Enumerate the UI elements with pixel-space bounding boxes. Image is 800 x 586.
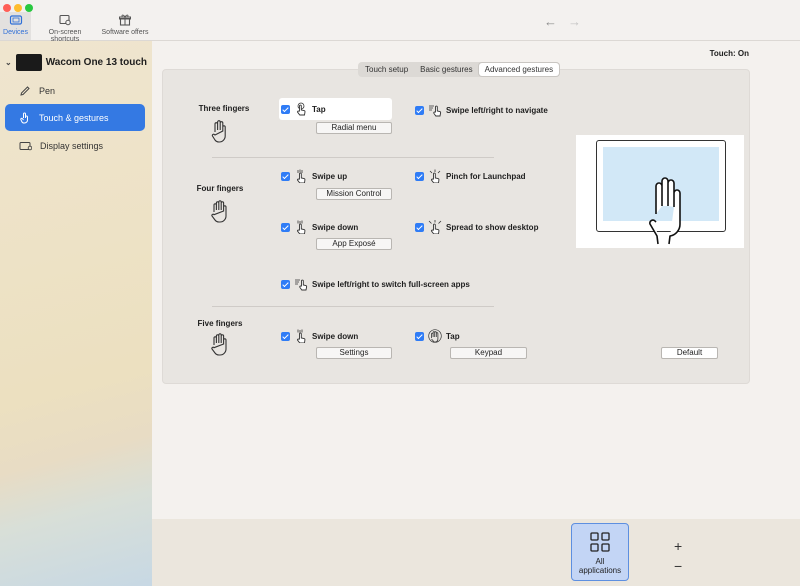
five-down-checkbox[interactable] bbox=[281, 331, 290, 341]
mission-control-dropdown[interactable]: Mission Control bbox=[316, 188, 392, 200]
five-finger-tap-option[interactable]: Tap bbox=[415, 329, 460, 343]
four-finger-pinch-option[interactable]: Pinch for Launchpad bbox=[415, 169, 526, 183]
four-spread-label: Spread to show desktop bbox=[446, 222, 539, 232]
application-bar bbox=[152, 519, 800, 586]
four-finger-switch-apps-option[interactable]: Swipe left/right to switch full-screen a… bbox=[281, 277, 470, 291]
minimize-window-button[interactable] bbox=[14, 4, 22, 12]
sidebar-item-display-settings[interactable]: Display settings bbox=[5, 132, 145, 159]
sidebar-item-label: Display settings bbox=[40, 140, 104, 151]
four-pinch-label: Pinch for Launchpad bbox=[446, 171, 526, 181]
five-finger-tap-icon bbox=[428, 329, 442, 343]
all-applications-label-line2: applications bbox=[578, 566, 622, 575]
keypad-dropdown[interactable]: Keypad bbox=[450, 347, 527, 359]
section-divider bbox=[212, 306, 494, 307]
five-tap-label: Tap bbox=[446, 331, 460, 341]
four-lr-label: Swipe left/right to switch full-screen a… bbox=[312, 279, 470, 289]
tab-basic-gestures[interactable]: Basic gestures bbox=[414, 63, 478, 76]
tab-advanced-gestures[interactable]: Advanced gestures bbox=[478, 63, 560, 76]
remove-application-button[interactable]: − bbox=[674, 558, 682, 574]
four-down-checkbox[interactable] bbox=[281, 222, 290, 232]
display-icon bbox=[19, 141, 32, 150]
three-finger-tap-option[interactable]: Tap bbox=[281, 102, 326, 116]
add-application-button[interactable]: + bbox=[674, 538, 682, 554]
spread-icon bbox=[428, 220, 442, 234]
forward-arrow-icon[interactable]: → bbox=[568, 14, 581, 29]
section-divider bbox=[212, 157, 494, 158]
four-spread-checkbox[interactable] bbox=[415, 222, 424, 232]
three-finger-swipe-option[interactable]: Swipe left/right to navigate bbox=[415, 103, 548, 117]
hand-illustration-icon bbox=[649, 177, 681, 245]
toolbar-offers[interactable]: Software offers bbox=[101, 12, 149, 40]
four-down-label: Swipe down bbox=[312, 222, 359, 232]
three-finger-hand-icon bbox=[211, 120, 226, 143]
three-swipe-checkbox[interactable] bbox=[415, 105, 424, 115]
swipe-horizontal-icon bbox=[295, 279, 308, 291]
five-finger-hand-icon bbox=[211, 333, 227, 356]
sidebar-item-label: Touch & gestures bbox=[39, 112, 109, 123]
four-finger-hand-icon bbox=[211, 200, 227, 223]
four-up-label: Swipe up bbox=[312, 171, 348, 181]
tap-icon bbox=[297, 102, 306, 116]
tab-touch-setup[interactable]: Touch setup bbox=[359, 63, 414, 76]
sidebar: ⌄ Wacom One 13 touch Pen Touch & gesture… bbox=[0, 41, 152, 586]
tab-bar: Touch setup Basic gestures Advanced gest… bbox=[358, 62, 561, 77]
pen-icon bbox=[20, 85, 30, 96]
device-name: Wacom One 13 touch bbox=[45, 57, 148, 68]
zoom-window-button[interactable] bbox=[25, 4, 33, 12]
touch-status: Touch: On bbox=[709, 49, 749, 58]
sidebar-item-pen[interactable]: Pen bbox=[5, 77, 145, 104]
all-applications-button[interactable]: All applications bbox=[571, 523, 629, 581]
grid-icon bbox=[590, 532, 610, 552]
pinch-icon bbox=[429, 169, 441, 183]
toolbar-offers-label: Software offers bbox=[101, 29, 149, 36]
settings-dropdown[interactable]: Settings bbox=[316, 347, 392, 359]
chevron-down-icon[interactable]: ⌄ bbox=[5, 58, 12, 67]
device-header[interactable]: ⌄ Wacom One 13 touch bbox=[5, 54, 147, 71]
gift-icon bbox=[119, 14, 131, 26]
four-pinch-checkbox[interactable] bbox=[415, 171, 424, 181]
toolbar-shortcuts[interactable]: On-screen shortcuts bbox=[34, 12, 96, 43]
five-finger-swipe-down-option[interactable]: Swipe down bbox=[281, 329, 358, 343]
three-tap-checkbox[interactable] bbox=[281, 104, 290, 114]
five-fingers-label: Five fingers bbox=[197, 319, 243, 328]
window-toolbar: Devices On-screen shortcuts Software off… bbox=[0, 0, 800, 43]
three-fingers-label: Three fingers bbox=[198, 104, 250, 113]
four-fingers-label: Four fingers bbox=[196, 184, 244, 193]
four-finger-swipe-down-option[interactable]: Swipe down bbox=[281, 220, 358, 234]
gesture-preview bbox=[576, 135, 744, 248]
four-lr-checkbox[interactable] bbox=[281, 279, 290, 289]
sidebar-item-touch-gestures[interactable]: Touch & gestures bbox=[5, 104, 145, 131]
three-swipe-label: Swipe left/right to navigate bbox=[446, 105, 548, 115]
four-finger-spread-option[interactable]: Spread to show desktop bbox=[415, 220, 538, 234]
four-up-checkbox[interactable] bbox=[281, 171, 290, 181]
swipe-horizontal-icon bbox=[429, 105, 442, 117]
five-tap-checkbox[interactable] bbox=[415, 331, 424, 341]
back-arrow-icon[interactable]: ← bbox=[544, 14, 557, 29]
five-down-label: Swipe down bbox=[312, 331, 359, 341]
radial-menu-dropdown[interactable]: Radial menu bbox=[316, 122, 392, 134]
swipe-down-icon bbox=[297, 220, 306, 234]
three-tap-label: Tap bbox=[312, 104, 326, 114]
sidebar-item-label: Pen bbox=[39, 85, 56, 96]
close-window-button[interactable] bbox=[3, 4, 11, 12]
four-finger-swipe-up-option[interactable]: Swipe up bbox=[281, 169, 347, 183]
shortcuts-icon bbox=[59, 14, 71, 26]
app-expose-dropdown[interactable]: App Exposé bbox=[316, 238, 392, 250]
toolbar-devices[interactable]: Devices bbox=[0, 12, 31, 40]
default-button[interactable]: Default bbox=[661, 347, 718, 359]
all-applications-label-line1: All bbox=[595, 557, 605, 566]
toolbar-devices-label: Devices bbox=[3, 29, 28, 36]
device-thumbnail bbox=[15, 54, 42, 71]
swipe-up-icon bbox=[297, 169, 306, 183]
swipe-down-icon bbox=[297, 329, 306, 343]
tablet-icon bbox=[9, 15, 22, 25]
touch-icon bbox=[20, 112, 28, 123]
